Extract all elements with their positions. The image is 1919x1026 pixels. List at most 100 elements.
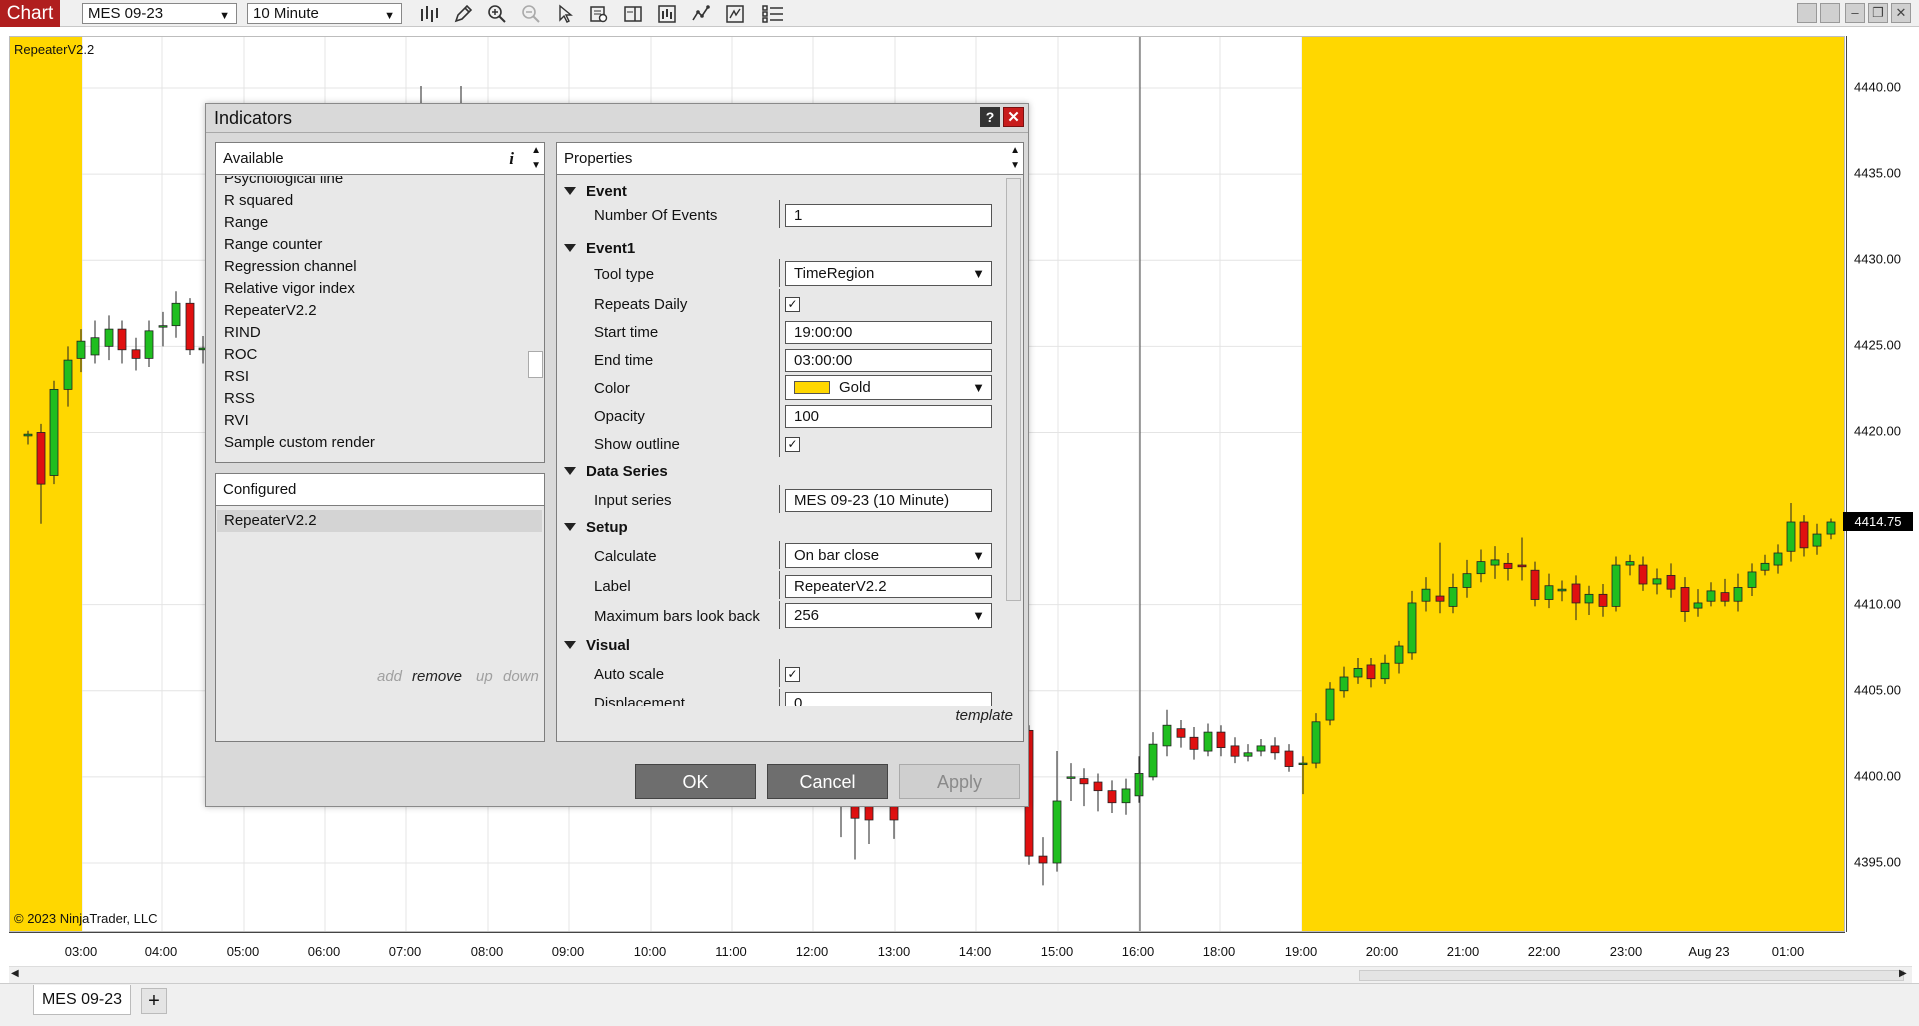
available-list[interactable]: Psychological line R squared Range Range…: [216, 176, 544, 462]
column-divider: [779, 429, 780, 457]
label-field[interactable]: RepeaterV2.2: [785, 575, 992, 598]
scroll-thumb[interactable]: [1359, 970, 1904, 981]
window-tile-2-icon[interactable]: [1820, 3, 1840, 23]
scroll-up-icon[interactable]: ▲: [1010, 145, 1020, 157]
add-link[interactable]: add: [377, 668, 402, 685]
help-icon[interactable]: ?: [980, 107, 1000, 127]
list-item[interactable]: Range: [224, 214, 268, 231]
pointer-icon[interactable]: [552, 2, 578, 25]
window-tile-icon[interactable]: [1797, 3, 1817, 23]
horizontal-scrollbar[interactable]: ◀ ▶: [9, 966, 1912, 983]
apply-button[interactable]: Apply: [899, 764, 1020, 799]
list-item[interactable]: RSI: [224, 368, 249, 385]
ok-button[interactable]: OK: [635, 764, 756, 799]
show-outline-checkbox[interactable]: ✓: [785, 437, 800, 452]
category-setup[interactable]: Setup: [564, 519, 628, 536]
restore-icon[interactable]: ❐: [1868, 3, 1888, 23]
chart-trader-icon[interactable]: [620, 2, 646, 25]
scroll-left-icon[interactable]: ◀: [11, 968, 19, 979]
candle-body: [1666, 574, 1676, 590]
remove-link[interactable]: remove: [412, 668, 462, 685]
time-tick-label: 10:00: [633, 944, 667, 959]
scroll-right-icon[interactable]: ▶: [1899, 968, 1907, 979]
bar-type-icon[interactable]: [416, 2, 442, 25]
list-item[interactable]: Sample custom render: [224, 434, 375, 451]
opacity-field[interactable]: 100: [785, 405, 992, 428]
zoom-out-icon[interactable]: [518, 2, 544, 25]
properties-list-icon[interactable]: [760, 2, 786, 25]
scroll-up-icon[interactable]: ▲: [531, 145, 541, 157]
available-scrollbar[interactable]: [527, 176, 544, 462]
list-item[interactable]: RSS: [224, 390, 255, 407]
list-item[interactable]: RepeaterV2.2: [224, 302, 317, 319]
list-item[interactable]: Regression channel: [224, 258, 357, 275]
drawing-tool-pencil-icon[interactable]: [450, 2, 476, 25]
scroll-down-icon[interactable]: ▼: [1010, 160, 1020, 172]
repeats-daily-checkbox[interactable]: ✓: [785, 297, 800, 312]
input-series-field[interactable]: MES 09-23 (10 Minute): [785, 489, 992, 512]
minimize-icon[interactable]: –: [1845, 3, 1865, 23]
candle-body: [1517, 564, 1527, 568]
calculate-dropdown[interactable]: On bar close ▼: [785, 543, 992, 568]
number-of-events-field[interactable]: 1: [785, 204, 992, 227]
category-event[interactable]: Event: [564, 183, 627, 200]
price-tick-label: 4395.00: [1854, 854, 1901, 870]
list-item[interactable]: Relative vigor index: [224, 280, 355, 297]
configured-item[interactable]: RepeaterV2.2: [217, 510, 542, 532]
prop-label-auto-scale: Auto scale: [594, 666, 665, 683]
interval-selector[interactable]: 10 Minute ▼: [247, 3, 402, 24]
list-item[interactable]: Psychological line: [224, 176, 343, 187]
candle-body: [1625, 561, 1635, 566]
candle-body: [144, 330, 154, 359]
chart-title-tab[interactable]: Chart: [0, 0, 60, 27]
template-link[interactable]: template: [955, 707, 1013, 724]
tab-mes-09-23[interactable]: MES 09-23: [33, 985, 131, 1015]
list-item[interactable]: R squared: [224, 192, 293, 209]
properties-scrollbar[interactable]: [1005, 176, 1022, 706]
time-tick-label: 09:00: [551, 944, 585, 959]
time-axis[interactable]: [9, 932, 1845, 966]
start-time-field[interactable]: 19:00:00: [785, 321, 992, 344]
prop-label-max-bars: Maximum bars look back: [594, 608, 760, 625]
list-item[interactable]: RIND: [224, 324, 261, 341]
candle-body: [1311, 721, 1321, 764]
candle-body: [1652, 578, 1662, 585]
zoom-in-icon[interactable]: [484, 2, 510, 25]
candle-body: [171, 302, 181, 327]
candle-body: [1162, 724, 1172, 747]
close-icon[interactable]: ✕: [1003, 107, 1024, 127]
instrument-selector[interactable]: MES 09-23 ▼: [82, 3, 237, 24]
color-dropdown[interactable]: Gold ▼: [785, 375, 992, 400]
category-event1[interactable]: Event1: [564, 240, 635, 257]
indicators-icon[interactable]: [654, 2, 680, 25]
displacement-field[interactable]: 0: [785, 692, 992, 706]
category-data-series[interactable]: Data Series: [564, 463, 668, 480]
column-divider: [779, 485, 780, 513]
add-tab-button[interactable]: +: [141, 988, 167, 1014]
cancel-button[interactable]: Cancel: [767, 764, 888, 799]
candle-body: [1773, 552, 1783, 566]
candle-body: [1611, 564, 1621, 607]
scroll-thumb[interactable]: [528, 351, 543, 378]
data-box-icon[interactable]: [586, 2, 612, 25]
down-link[interactable]: down: [503, 668, 539, 685]
candle-body: [1680, 587, 1690, 612]
list-item[interactable]: Range counter: [224, 236, 322, 253]
auto-scale-checkbox[interactable]: ✓: [785, 667, 800, 682]
candle-body: [90, 337, 100, 356]
max-bars-dropdown[interactable]: 256 ▼: [785, 603, 992, 628]
list-item[interactable]: RVI: [224, 412, 249, 429]
close-window-icon[interactable]: ✕: [1891, 3, 1911, 23]
candle-body: [1421, 588, 1431, 602]
end-time-field[interactable]: 03:00:00: [785, 349, 992, 372]
up-link[interactable]: up: [476, 668, 493, 685]
category-visual[interactable]: Visual: [564, 637, 630, 654]
info-icon[interactable]: i: [509, 143, 514, 175]
scroll-thumb[interactable]: [1006, 178, 1021, 601]
strategies-icon[interactable]: [688, 2, 714, 25]
tool-type-dropdown[interactable]: TimeRegion ▼: [785, 261, 992, 286]
scroll-down-icon[interactable]: ▼: [531, 160, 541, 172]
list-item[interactable]: ROC: [224, 346, 257, 363]
templates-icon[interactable]: [722, 2, 748, 25]
properties-panel: Properties ▲ ▼ Event Number Of Events 1 …: [556, 142, 1024, 742]
